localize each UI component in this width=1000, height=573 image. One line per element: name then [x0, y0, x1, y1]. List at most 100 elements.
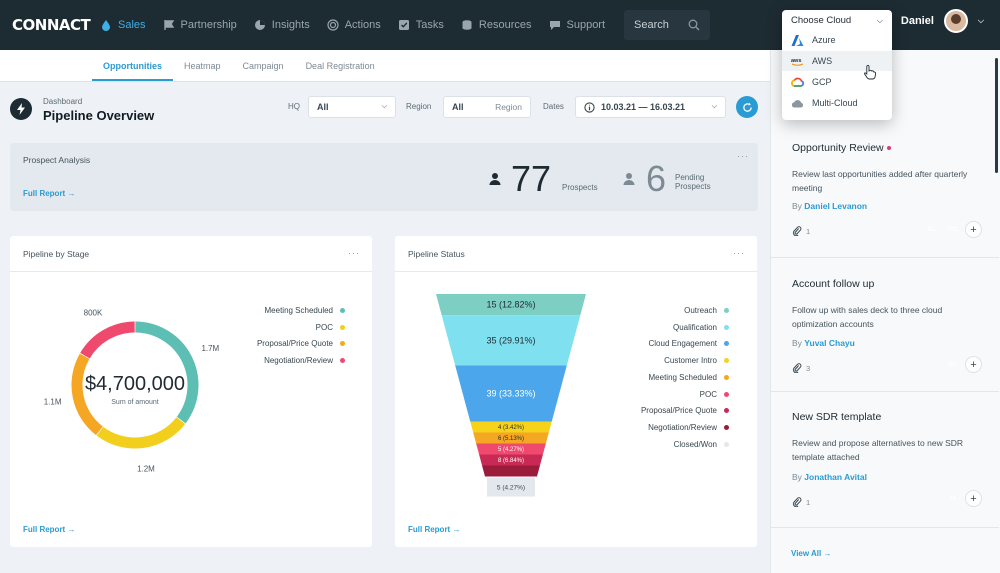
dropdown-option-multi-cloud[interactable]: Multi-Cloud: [782, 93, 892, 113]
tasks-panel: Opportunity Review Review last opportuni…: [770, 50, 1000, 573]
checkbox-icon: [398, 20, 409, 30]
date-range-picker[interactable]: 10.03.21 — 16.03.21 ⌵: [575, 96, 726, 118]
svg-text:aws: aws: [791, 58, 801, 64]
nav-item-label: Partnership: [180, 19, 237, 31]
tab-deal-registration[interactable]: Deal Registration: [295, 61, 386, 81]
pending-label-line1: Pending: [675, 173, 705, 182]
hq-filter-label: HQ: [288, 102, 300, 111]
tab-campaign[interactable]: Campaign: [232, 61, 295, 81]
legend-label: POC: [315, 322, 333, 332]
attachment-count[interactable]: 1: [792, 497, 810, 507]
legend-item[interactable]: Meeting Scheduled: [648, 372, 729, 382]
view-all-link[interactable]: View All →: [791, 549, 831, 558]
avatar[interactable]: [943, 9, 968, 33]
legend-item[interactable]: Negotiation/Review: [648, 423, 729, 432]
task-card[interactable]: New SDR template Review and propose alte…: [771, 392, 999, 528]
legend-label: Meeting Scheduled: [264, 306, 334, 315]
legend-item[interactable]: Cloud Engagement: [649, 339, 729, 348]
attachment-count[interactable]: 1: [792, 226, 810, 236]
full-report-link[interactable]: Full Report →: [408, 525, 460, 534]
aws-icon: aws: [791, 58, 804, 66]
legend-label: Negotiation/Review: [648, 422, 717, 432]
more-icon[interactable]: ···: [348, 248, 360, 258]
assignee-chip[interactable]: JA: [944, 490, 961, 507]
legend-dot: [724, 391, 729, 397]
legend-item[interactable]: Negotiation/Review: [264, 356, 345, 365]
add-assignee-button[interactable]: +: [965, 221, 982, 238]
main-nav: Sales Partnership Insights Actions Tasks…: [100, 19, 622, 31]
app-logo[interactable]: CONNACT: [12, 16, 100, 34]
nav-item-tasks[interactable]: Tasks: [398, 19, 444, 31]
nav-item-label: Tasks: [415, 19, 444, 31]
prospects-count: 77: [511, 158, 552, 199]
dropdown-header[interactable]: Choose Cloud ⌵: [791, 15, 883, 26]
add-assignee-button[interactable]: +: [965, 356, 982, 373]
nav-item-support[interactable]: Support: [549, 19, 606, 31]
dropdown-label: Choose Cloud: [791, 15, 852, 26]
breadcrumb[interactable]: Dashboard: [43, 97, 82, 106]
legend-item[interactable]: Proposal/Price Quote: [257, 339, 345, 348]
donut-segment-label: 1.1M: [44, 397, 62, 406]
more-icon[interactable]: ···: [737, 151, 749, 161]
hq-select[interactable]: All ⌵: [308, 96, 396, 118]
legend-label: Meeting Scheduled: [648, 372, 718, 382]
user-menu[interactable]: Daniel ⌵: [901, 9, 984, 33]
nav-item-insights[interactable]: Insights: [254, 19, 310, 31]
region-select[interactable]: All Region: [443, 96, 531, 118]
tab-heatmap[interactable]: Heatmap: [173, 61, 232, 81]
task-card[interactable]: Account follow up Follow up with sales d…: [771, 258, 999, 392]
date-range-value: 10.03.21 — 16.03.21: [601, 102, 686, 112]
full-report-link[interactable]: Full Report →: [23, 525, 75, 534]
assignee-chip[interactable]: DL: [944, 356, 961, 373]
nav-item-sales[interactable]: Sales: [100, 19, 146, 31]
dropdown-option-azure[interactable]: Azure: [782, 30, 892, 50]
paperclip-icon: [792, 226, 802, 236]
legend-item[interactable]: Proposal/Price Quote: [641, 406, 729, 415]
legend-item[interactable]: Meeting Scheduled: [264, 306, 345, 315]
search-input[interactable]: Search: [624, 10, 711, 40]
legend-label: Qualification: [672, 322, 717, 332]
legend-dot: [724, 324, 729, 330]
nav-item-label: Support: [566, 19, 606, 31]
attachment-count[interactable]: 3: [792, 363, 810, 373]
assignee-chip[interactable]: YC: [944, 221, 961, 238]
pie-icon: [254, 20, 265, 30]
full-report-link[interactable]: Full Report →: [23, 189, 75, 198]
subtabs: Opportunities Heatmap Campaign Deal Regi…: [0, 50, 770, 82]
legend-label: Negotiation/Review: [264, 355, 333, 365]
legend-label: Proposal/Price Quote: [640, 406, 717, 416]
hq-select-value: All: [317, 102, 329, 112]
dates-filter-label: Dates: [543, 102, 564, 111]
scrollbar[interactable]: [995, 58, 998, 173]
tab-opportunities[interactable]: Opportunities: [92, 61, 173, 81]
legend-label: Customer Intro: [664, 356, 717, 366]
nav-item-resources[interactable]: Resources: [461, 19, 532, 31]
nav-item-actions[interactable]: Actions: [327, 19, 381, 31]
legend-dot: [340, 324, 345, 330]
task-title: Opportunity Review: [792, 142, 891, 154]
refresh-button[interactable]: [736, 96, 758, 118]
prospect-analysis-card: Prospect Analysis Full Report → ··· 77 P…: [10, 143, 758, 211]
donut-center-label: Sum of amount: [111, 399, 159, 406]
task-card[interactable]: Opportunity Review Review last opportuni…: [771, 120, 999, 258]
legend-dot: [724, 441, 729, 447]
task-title: New SDR template: [792, 411, 882, 423]
donut-segment-label: 1.2M: [137, 464, 155, 473]
legend-item[interactable]: Outreach: [684, 306, 729, 315]
assignee-chip[interactable]: DL: [924, 221, 941, 238]
legend-dot: [340, 308, 345, 313]
funnel-segment: [482, 465, 540, 477]
legend-item[interactable]: Closed/Won: [674, 440, 729, 449]
nav-item-partnership[interactable]: Partnership: [163, 19, 237, 31]
add-assignee-button[interactable]: +: [965, 490, 982, 507]
search-icon: [688, 19, 700, 31]
task-author: By Yuval Chayu: [792, 338, 855, 348]
legend-item[interactable]: Customer Intro: [664, 356, 729, 365]
legend-item[interactable]: POC: [316, 323, 345, 332]
donut-segment-label: 800K: [84, 308, 103, 317]
refresh-icon: [742, 102, 752, 112]
legend-item[interactable]: POC: [700, 390, 729, 399]
flag-icon: [163, 20, 174, 30]
donut-segment: [80, 321, 135, 359]
legend-item[interactable]: Qualification: [673, 323, 729, 332]
